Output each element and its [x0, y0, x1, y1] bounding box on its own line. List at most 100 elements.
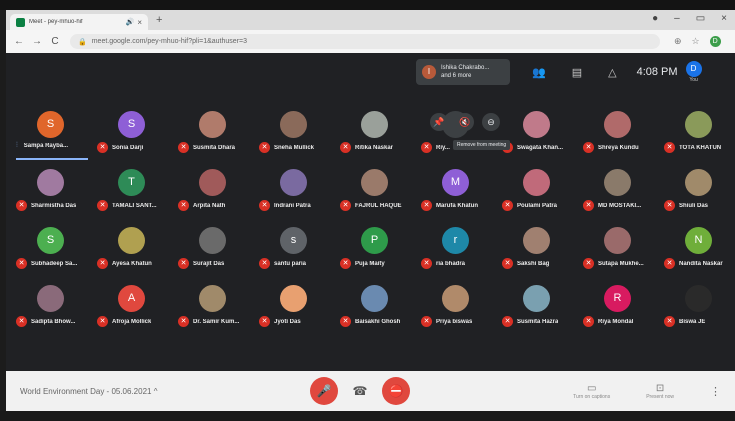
participant-tile[interactable]: M ✕ Marufa Khatun [417, 169, 499, 229]
participant-tile[interactable]: ✕ Ritika Naskar [336, 111, 418, 171]
participant-tile[interactable]: ✕ Sutapa Mukhe... [579, 227, 661, 287]
camera-off-icon: ⛔ [388, 384, 404, 398]
participant-tile[interactable]: ✕ Ayesa Khatun [93, 227, 175, 287]
muted-mic-icon: ✕ [421, 258, 432, 269]
participant-name-row: ✕ Sakshi Bag [502, 258, 580, 269]
minimize-icon[interactable]: – [674, 13, 680, 24]
participant-tile[interactable]: ✕ Susmita Dhara [174, 111, 256, 171]
participant-name: Dr. Samir Kum... [193, 318, 240, 325]
participant-tile[interactable]: ✕ Biswa JE [660, 285, 735, 345]
maximize-icon[interactable]: ▭ [696, 13, 705, 24]
participant-name: Ritika Naskar [355, 144, 394, 151]
participant-name-row: ✕Swagata Khan... [502, 142, 580, 153]
activities-icon[interactable]: △ [608, 66, 616, 79]
speaking-indicator-icon: ⫶ [16, 142, 18, 149]
participant-tile[interactable]: P ✕ Puja Maity [336, 227, 418, 287]
participant-avatar [280, 169, 307, 196]
participant-tile[interactable]: ✕ Sneha Mullick [255, 111, 337, 171]
participant-tile[interactable]: ✕ Sadipta Bhow... [12, 285, 94, 345]
forward-icon[interactable]: → [32, 36, 42, 47]
pin-icon[interactable]: 📌 [430, 113, 448, 131]
muted-mic-icon: ✕ [259, 316, 270, 327]
participant-avatar [37, 169, 64, 196]
meeting-details[interactable]: World Environment Day - 05.06.2021 ^ [20, 387, 310, 396]
participant-tile[interactable]: S ✕ Subhadeep Sa... [12, 227, 94, 287]
meet-bottom-bar: World Environment Day - 05.06.2021 ^ 🎤 ☎… [6, 371, 735, 411]
participant-tile[interactable]: S ✕ Sonia Darji [93, 111, 175, 171]
bookmark-star-icon[interactable]: ☆ [692, 36, 700, 47]
participant-tile[interactable]: ✕ FAJRUL HAQUE [336, 169, 418, 229]
close-window-icon[interactable]: × [721, 13, 727, 24]
participant-avatar: P [361, 227, 388, 254]
participant-tile[interactable]: ✕ Surajit Das [174, 227, 256, 287]
participant-tile[interactable]: ✕ Arpita Nath [174, 169, 256, 229]
participant-tile[interactable]: r ✕ ria bhadra [417, 227, 499, 287]
participant-tile[interactable]: ✕ Shiuli Das [660, 169, 735, 229]
participant-name-row: ✕ santu paria [259, 258, 337, 269]
participant-tile[interactable]: ✕ MD MOSTAKI... [579, 169, 661, 229]
participant-tile[interactable]: ✕ Sharmistha Das [12, 169, 94, 229]
participant-tile[interactable]: ✕ Poulami Patra [498, 169, 580, 229]
participant-tile[interactable]: ✕ Sakshi Bag [498, 227, 580, 287]
muted-mic-icon: ✕ [259, 258, 270, 269]
presenter-text: Ishika Chakrabo... and 6 more [441, 64, 489, 80]
lock-icon[interactable]: 🔒 [78, 38, 87, 46]
participant-tile[interactable]: ✕ Susmita Hazra [498, 285, 580, 345]
participant-tile[interactable]: R ✕ Riya Mondal [579, 285, 661, 345]
extension-icon[interactable]: ⊕ [674, 36, 682, 47]
leave-call-button[interactable]: ☎ [346, 377, 374, 405]
remove-icon[interactable]: ⊖ [482, 113, 500, 131]
chat-icon[interactable]: ▤ [572, 66, 582, 79]
participant-avatar: S [37, 227, 64, 254]
muted-mic-icon: ✕ [340, 316, 351, 327]
participant-avatar [280, 285, 307, 312]
people-icon[interactable]: 👥 [532, 66, 546, 79]
muted-mic-icon: ✕ [583, 200, 594, 211]
participant-tile[interactable]: ✕ TOTA KHATUN [660, 111, 735, 171]
presenter-chip[interactable]: I Ishika Chakrabo... and 6 more [416, 59, 510, 85]
tab-close-icon[interactable]: × [137, 18, 142, 27]
participant-tile[interactable]: ✕ Shreya Kundu [579, 111, 661, 171]
url-input[interactable]: 🔒 meet.google.com/pey-mhuo-hif?pli=1&aut… [70, 34, 660, 49]
participant-avatar: S [37, 111, 64, 138]
self-view[interactable]: D You [685, 61, 702, 83]
participant-tile[interactable]: N ✕ Nandita Naskar [660, 227, 735, 287]
participant-tile[interactable]: A ✕ Afroja Mollick [93, 285, 175, 345]
participant-name-row: ⫶ Sampa Rayba... [16, 142, 94, 150]
present-now-button[interactable]: ⊡ Present now [646, 383, 674, 400]
speaker-icon[interactable]: 🔊 [126, 18, 135, 26]
record-icon[interactable]: ● [652, 13, 658, 24]
participant-avatar [37, 285, 64, 312]
active-speaker-underline [16, 158, 88, 160]
participant-tile[interactable]: ✕ Baisakhi Ghosh [336, 285, 418, 345]
muted-mic-icon: ✕ [178, 316, 189, 327]
participant-avatar [199, 169, 226, 196]
browser-tab[interactable]: Meet - pey-mhuo-hif 🔊 × [10, 13, 148, 31]
participant-name: Nandita Naskar [679, 260, 723, 267]
captions-button[interactable]: ▭ Turn on captions [573, 383, 610, 400]
muted-mic-icon: ✕ [178, 142, 189, 153]
participant-tile[interactable]: ✕ Priya biswas [417, 285, 499, 345]
profile-avatar[interactable]: D [709, 36, 721, 47]
participant-tile[interactable]: ✕Swagata Khan... [498, 111, 580, 171]
meet-favicon-icon [16, 17, 25, 27]
participant-name: Biswa JE [679, 318, 706, 325]
participant-name: Riy... [436, 144, 450, 151]
participant-tile[interactable]: ✕ Dr. Samir Kum... [174, 285, 256, 345]
mic-toggle-button[interactable]: 🎤 [310, 377, 338, 405]
participant-name-row: ✕ TAMALI SANT... [97, 200, 175, 211]
muted-mic-icon: ✕ [664, 316, 675, 327]
participant-tile[interactable]: T ✕ TAMALI SANT... [93, 169, 175, 229]
participant-tile[interactable]: S ⫶ Sampa Rayba... [12, 111, 94, 171]
new-tab-button[interactable]: + [156, 14, 162, 26]
participant-tile[interactable]: ✕ Indrani Patra [255, 169, 337, 229]
camera-toggle-button[interactable]: ⛔ [382, 377, 410, 405]
back-icon[interactable]: ← [14, 36, 24, 47]
participant-tile[interactable]: s ✕ santu paria [255, 227, 337, 287]
participant-name: MD MOSTAKI... [598, 202, 642, 209]
reload-icon[interactable]: C [50, 36, 60, 47]
mute-icon[interactable]: 🔇 [456, 113, 474, 131]
participant-name: Susmita Hazra [517, 318, 559, 325]
more-options-icon[interactable]: ⋮ [710, 385, 721, 398]
participant-tile[interactable]: ✕ Jyoti Das [255, 285, 337, 345]
